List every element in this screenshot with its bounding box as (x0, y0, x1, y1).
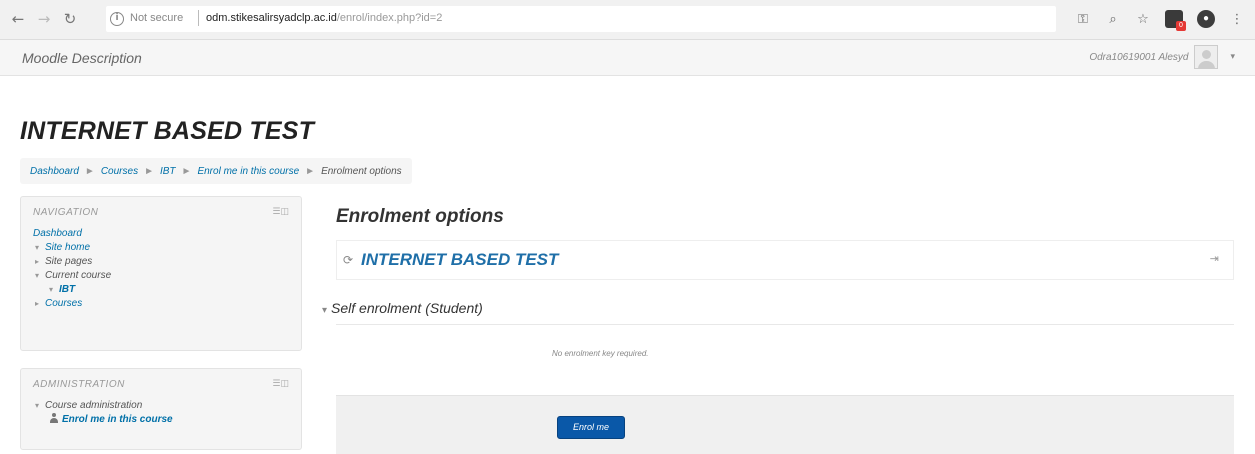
administration-tree: ▾ Course administration Enrol me in this … (33, 399, 173, 427)
extension-icon[interactable]: 0 (1165, 10, 1186, 31)
browser-toolbar: ← → ↻ i Not secure odm.stikesalirsyadclp… (0, 0, 1255, 40)
course-icon: ⟳ (343, 253, 354, 267)
breadcrumb: Dashboard ► Courses ► IBT ► Enrol me in … (20, 158, 412, 184)
block-controls-icon[interactable]: ☰◫ (272, 379, 289, 389)
info-icon[interactable]: i (110, 12, 124, 26)
breadcrumb-course[interactable]: IBT (160, 166, 176, 177)
page-title: INTERNET BASED TEST (20, 117, 315, 145)
zoom-icon[interactable]: ⌕ (1105, 12, 1121, 27)
breadcrumb-current: Enrolment options (321, 165, 402, 177)
browser-actions: ⚿ ⌕ ☆ 0 ● ⋮ (1075, 8, 1245, 31)
chevron-right-icon[interactable]: ▸ (35, 297, 45, 311)
chevron-down-icon[interactable]: ▾ (35, 399, 45, 413)
profile-icon[interactable]: ● (1197, 10, 1215, 28)
breadcrumb-separator: ► (144, 165, 154, 177)
breadcrumb-separator: ► (84, 165, 95, 177)
no-key-notice: No enrolment key required. (552, 349, 649, 358)
address-bar[interactable]: i Not secure odm.stikesalirsyadclp.ac.id… (106, 6, 1056, 32)
administration-block-title: ADMINISTRATION (33, 379, 125, 390)
chevron-down-icon[interactable]: ▾ (1230, 52, 1235, 62)
site-brand[interactable]: Moodle Description (22, 50, 142, 66)
reload-icon[interactable]: ↻ (60, 9, 80, 29)
url-divider (198, 10, 199, 26)
navigation-block-title: NAVIGATION (33, 207, 99, 218)
site-navbar: Moodle Description Odra10619001 Alesyd ▾ (0, 40, 1255, 76)
avatar[interactable] (1194, 45, 1219, 69)
key-icon[interactable]: ⚿ (1075, 12, 1091, 27)
self-enrolment-header[interactable]: ▾ Self enrolment (Student) (322, 300, 483, 316)
chevron-right-icon[interactable]: ▸ (35, 255, 45, 269)
url-path: /enrol/index.php?id=2 (336, 12, 443, 24)
chevron-down-icon[interactable]: ▾ (35, 241, 45, 255)
breadcrumb-separator: ► (305, 165, 316, 177)
extension-badge: 0 (1176, 21, 1186, 31)
breadcrumb-separator: ► (181, 165, 192, 177)
administration-block: ADMINISTRATION ☰◫ ▾ Course administration… (20, 368, 302, 450)
bookmark-star-icon[interactable]: ☆ (1135, 12, 1151, 27)
enrolment-options-heading: Enrolment options (336, 206, 504, 227)
breadcrumb-enrol[interactable]: Enrol me in this course (197, 166, 299, 177)
admin-item-enrol-me[interactable]: Enrol me in this course (62, 414, 173, 425)
forward-icon[interactable]: → (34, 9, 54, 29)
self-enrolment-title: Self enrolment (Student) (331, 300, 483, 316)
user-menu[interactable]: Odra10619001 Alesyd ▾ (1089, 45, 1235, 69)
chevron-down-icon[interactable]: ▾ (322, 305, 327, 316)
navigation-block: NAVIGATION ☰◫ Dashboard ▾ Site home ▸ Site… (20, 196, 302, 351)
enrol-form-panel: Enrol me (336, 395, 1234, 454)
user-name[interactable]: Odra10619001 Alesyd (1089, 52, 1188, 63)
course-box: ⟳ INTERNET BASED TEST ⇥ (336, 240, 1234, 280)
navigation-tree: Dashboard ▾ Site home ▸ Site pages ▾ Curren… (33, 227, 111, 311)
nav-item-ibt[interactable]: IBT (59, 284, 75, 295)
block-controls-icon[interactable]: ☰◫ (272, 207, 289, 217)
enrol-icon: ⇥ (1209, 252, 1219, 265)
url-host: odm.stikesalirsyadclp.ac.id (206, 12, 337, 24)
enrol-me-button[interactable]: Enrol me (557, 416, 625, 439)
user-icon (49, 413, 59, 423)
not-secure-label: Not secure (130, 12, 184, 24)
nav-item-site-home[interactable]: Site home (45, 242, 90, 253)
breadcrumb-dashboard[interactable]: Dashboard (30, 166, 79, 177)
menu-kebab-icon[interactable]: ⋮ (1229, 12, 1245, 27)
admin-item-course-administration[interactable]: Course administration (45, 400, 142, 411)
section-divider (336, 324, 1234, 325)
nav-item-current-course[interactable]: Current course (45, 270, 111, 281)
chevron-down-icon[interactable]: ▾ (35, 269, 45, 283)
nav-item-site-pages[interactable]: Site pages (45, 256, 92, 267)
nav-item-courses[interactable]: Courses (45, 298, 82, 309)
back-icon[interactable]: ← (8, 9, 28, 29)
chevron-down-icon[interactable]: ▾ (49, 283, 59, 297)
url-text[interactable]: odm.stikesalirsyadclp.ac.id/enrol/index.… (206, 12, 442, 24)
nav-item-dashboard[interactable]: Dashboard (33, 228, 82, 239)
course-name-link[interactable]: INTERNET BASED TEST (361, 250, 558, 270)
breadcrumb-courses[interactable]: Courses (101, 166, 138, 177)
